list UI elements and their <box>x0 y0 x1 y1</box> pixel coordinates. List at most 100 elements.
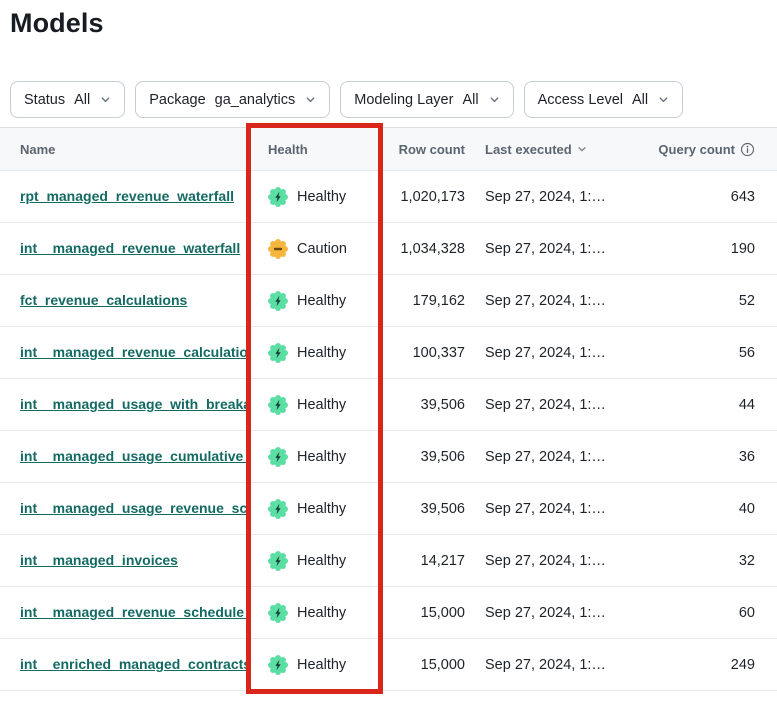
healthy-bolt-icon <box>268 291 288 311</box>
row-count-cell: 39,506 <box>383 397 465 413</box>
filter-label: Modeling Layer <box>354 92 453 108</box>
health-status-label: Caution <box>297 241 347 257</box>
table-row: fct_revenue_calculations <box>0 275 777 327</box>
row-count-cell: 15,000 <box>383 657 465 673</box>
table-row: int__managed_invoices <box>0 535 777 587</box>
chevron-down-icon <box>305 94 316 105</box>
caution-dash-icon <box>268 239 288 259</box>
health-cell: Healthy <box>248 395 383 415</box>
model-name-link[interactable]: int__managed_revenue_waterfall <box>20 240 240 256</box>
filter-label: Package <box>149 92 205 108</box>
table-row: int__managed_usage_revenue_sc… <box>0 483 777 535</box>
filter-bar: Status All Package ga_analytics Modeling L… <box>10 81 683 118</box>
filter-value: All <box>74 92 90 108</box>
filter-value: All <box>632 92 648 108</box>
last-executed-cell: Sep 27, 2024, 1:… <box>465 241 640 257</box>
row-count-cell: 14,217 <box>383 553 465 569</box>
healthy-bolt-icon <box>268 187 288 207</box>
healthy-bolt-icon <box>268 499 288 519</box>
table-body: rpt_managed_revenue_waterfall <box>0 171 777 691</box>
row-count-cell: 179,162 <box>383 293 465 309</box>
chevron-down-icon <box>658 94 669 105</box>
table-row: int__managed_revenue_calculations <box>0 327 777 379</box>
filter-label: Status <box>24 92 65 108</box>
healthy-bolt-icon <box>268 447 288 467</box>
last-executed-cell: Sep 27, 2024, 1:… <box>465 449 640 465</box>
healthy-bolt-icon <box>268 603 288 623</box>
health-status-label: Healthy <box>297 345 346 361</box>
filter-value: All <box>462 92 478 108</box>
health-status-label: Healthy <box>297 293 346 309</box>
query-count-cell: 44 <box>640 397 777 413</box>
healthy-bolt-icon <box>268 395 288 415</box>
model-name-link[interactable]: int__managed_usage_revenue_sc… <box>20 500 248 516</box>
sort-chevron-icon <box>577 142 587 157</box>
model-name-link[interactable]: rpt_managed_revenue_waterfall <box>20 188 234 204</box>
health-status-label: Healthy <box>297 553 346 569</box>
model-name-link[interactable]: int__managed_usage_with_breaka… <box>20 396 248 412</box>
column-header-last-executed[interactable]: Last executed <box>465 142 640 157</box>
table-row: int__managed_usage_cumulative_… <box>0 431 777 483</box>
name-cell: int__managed_usage_cumulative_… <box>0 448 248 465</box>
models-table: Name Health Row count Last executed Quer… <box>0 127 777 691</box>
health-cell: Healthy <box>248 551 383 571</box>
name-cell: int__managed_revenue_schedule_… <box>0 604 248 621</box>
filter-package[interactable]: Package ga_analytics <box>135 81 330 118</box>
name-cell: fct_revenue_calculations <box>0 292 248 309</box>
healthy-bolt-icon <box>268 655 288 675</box>
query-count-cell: 52 <box>640 293 777 309</box>
model-name-link[interactable]: int__managed_revenue_schedule_… <box>20 604 248 620</box>
name-cell: int__managed_revenue_calculations <box>0 344 248 361</box>
name-cell: int__managed_usage_with_breaka… <box>0 396 248 413</box>
model-name-link[interactable]: fct_revenue_calculations <box>20 292 187 308</box>
model-name-link[interactable]: int__managed_invoices <box>20 552 178 568</box>
name-cell: rpt_managed_revenue_waterfall <box>0 188 248 205</box>
query-count-cell: 249 <box>640 657 777 673</box>
name-cell: int__managed_revenue_waterfall <box>0 240 248 257</box>
row-count-cell: 15,000 <box>383 605 465 621</box>
healthy-bolt-icon <box>268 551 288 571</box>
models-page: Models StatusAll Packagega_analytics Mod… <box>0 0 777 703</box>
filter-value: ga_analytics <box>215 92 296 108</box>
table-row: int__managed_usage_with_breaka… <box>0 379 777 431</box>
health-cell: Healthy <box>248 603 383 623</box>
filter-status[interactable]: Status All <box>10 81 125 118</box>
row-count-cell: 39,506 <box>383 449 465 465</box>
last-executed-cell: Sep 27, 2024, 1:… <box>465 553 640 569</box>
chevron-down-icon <box>489 94 500 105</box>
row-count-cell: 100,337 <box>383 345 465 361</box>
health-cell: Healthy <box>248 499 383 519</box>
health-status-label: Healthy <box>297 657 346 673</box>
column-header-row-count: Row count <box>383 142 465 157</box>
model-name-link[interactable]: int__managed_revenue_calculations <box>20 344 248 360</box>
health-cell: Healthy <box>248 447 383 467</box>
model-name-link[interactable]: int__managed_usage_cumulative_… <box>20 448 248 464</box>
row-count-cell: 1,034,328 <box>383 241 465 257</box>
filter-modeling-layer[interactable]: Modeling Layer All <box>340 81 513 118</box>
filter-label: Access Level <box>538 92 623 108</box>
filter-access-level[interactable]: Access Level All <box>524 81 684 118</box>
name-cell: int__enriched_managed_contracts <box>0 656 248 673</box>
health-status-label: Healthy <box>297 397 346 413</box>
chevron-down-icon <box>100 94 111 105</box>
query-count-cell: 32 <box>640 553 777 569</box>
column-header-name: Name <box>0 142 248 157</box>
query-count-cell: 56 <box>640 345 777 361</box>
health-status-label: Healthy <box>297 449 346 465</box>
row-count-cell: 1,020,173 <box>383 189 465 205</box>
query-count-cell: 190 <box>640 241 777 257</box>
last-executed-cell: Sep 27, 2024, 1:… <box>465 657 640 673</box>
model-name-link[interactable]: int__enriched_managed_contracts <box>20 656 248 672</box>
healthy-bolt-icon <box>268 343 288 363</box>
last-executed-cell: Sep 27, 2024, 1:… <box>465 605 640 621</box>
health-cell: Healthy <box>248 291 383 311</box>
name-cell: int__managed_usage_revenue_sc… <box>0 500 248 517</box>
query-count-cell: 60 <box>640 605 777 621</box>
last-executed-cell: Sep 27, 2024, 1:… <box>465 501 640 517</box>
name-cell: int__managed_invoices <box>0 552 248 569</box>
query-count-cell: 36 <box>640 449 777 465</box>
row-count-cell: 39,506 <box>383 501 465 517</box>
info-icon[interactable] <box>740 142 755 157</box>
last-executed-cell: Sep 27, 2024, 1:… <box>465 189 640 205</box>
column-header-query-count: Query count <box>640 142 777 157</box>
